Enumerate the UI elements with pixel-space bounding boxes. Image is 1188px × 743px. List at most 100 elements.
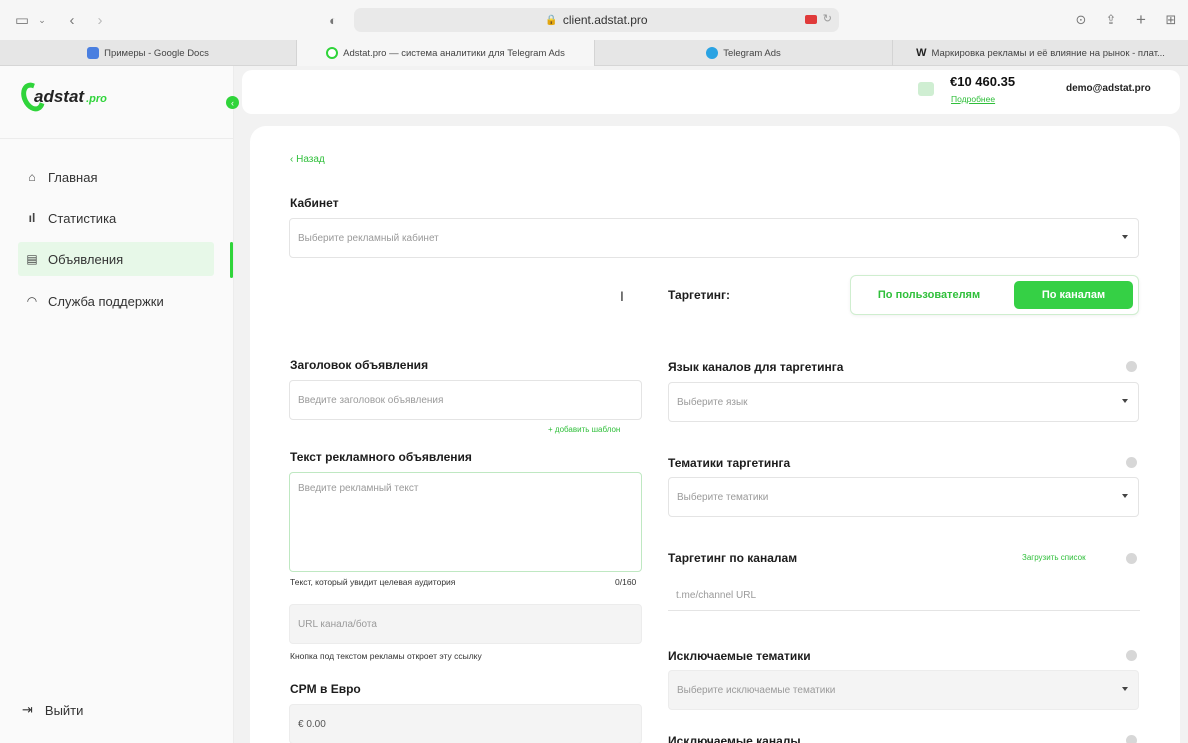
ad-text-label: Текст рекламного объявления — [290, 450, 472, 464]
chevron-down-icon — [1122, 399, 1128, 403]
privacy-shield-icon[interactable]: ◐ — [324, 10, 342, 30]
forward-arrow-icon[interactable]: › — [92, 10, 108, 30]
document-icon: ▤ — [26, 252, 38, 266]
active-indicator — [230, 242, 233, 278]
wallet-icon — [918, 82, 934, 96]
language-placeholder: Выберите язык — [677, 396, 748, 408]
targeting-by-users-button[interactable]: По пользователям — [857, 281, 1001, 309]
tab-label: Adstat.pro — система аналитики для Teleg… — [343, 47, 565, 59]
download-icon[interactable]: ⊙ — [1072, 10, 1090, 30]
top-header: €10 460.35 Подробнее demo@adstat.pro — [242, 70, 1180, 114]
sidebar-item-label: Служба поддержки — [48, 293, 164, 309]
adstat-icon — [326, 47, 339, 59]
user-email[interactable]: demo@adstat.pro — [1066, 83, 1151, 94]
url-hint: Кнопка под текстом рекламы откроет эту с… — [290, 651, 482, 661]
excluded-topics-label: Исключаемые тематики — [668, 649, 811, 663]
google-docs-icon — [87, 47, 100, 59]
logout-icon: ⇥ — [22, 702, 33, 717]
collapse-sidebar-button[interactable]: ‹ — [226, 96, 239, 109]
text-cursor-icon: I — [620, 288, 624, 304]
tab-label: Примеры - Google Docs — [104, 47, 209, 59]
cpm-input[interactable]: € 0.00 — [289, 704, 642, 743]
share-icon[interactable]: ⇪ — [1102, 10, 1120, 30]
sidebar-item-label: Главная — [48, 169, 98, 185]
excluded-topics-placeholder: Выберите исключаемые тематики — [677, 684, 836, 696]
sidebar-item-label: Объявления — [48, 251, 124, 267]
cabinet-placeholder: Выберите рекламный кабинет — [298, 232, 439, 244]
ad-text-hint: Текст, который увидит целевая аудитория — [290, 577, 456, 587]
tab-adstat[interactable]: Adstat.pro — система аналитики для Teleg… — [297, 40, 595, 66]
url-placeholder: URL канала/бота — [298, 618, 377, 630]
sidebar-item-ads[interactable]: ▤ Объявления — [18, 242, 214, 276]
chevron-down-icon[interactable]: ⌄ — [36, 10, 48, 30]
excluded-topics-select[interactable]: Выберите исключаемые тематики — [668, 670, 1139, 710]
adstat-logo[interactable]: adstat .pro — [16, 78, 107, 116]
balance-amount: €10 460.35 — [950, 74, 1016, 89]
tab-overview-icon[interactable]: ⊞ — [1162, 10, 1180, 30]
cabinet-select[interactable]: Выберите рекламный кабинет — [289, 218, 1139, 258]
browser-toolbar: ▭ ⌄ ‹ › ◐ 🔒 client.adstat.pro ↻ ⊙ ⇪ + ⊞ — [0, 0, 1188, 40]
help-icon[interactable] — [1126, 553, 1137, 564]
help-icon[interactable] — [1126, 735, 1137, 743]
targeting-label: Таргетинг: — [668, 288, 731, 302]
tab-label: Telegram Ads — [723, 47, 781, 59]
back-link[interactable]: ‹ Назад — [290, 154, 325, 165]
ad-title-placeholder: Введите заголовок объявления — [298, 394, 444, 406]
tab-label: Маркировка рекламы и её влияние на рынок… — [931, 47, 1165, 59]
language-select[interactable]: Выберите язык — [668, 382, 1139, 422]
tab-google-docs[interactable]: Примеры - Google Docs — [0, 40, 297, 66]
back-arrow-icon[interactable]: ‹ — [64, 10, 80, 30]
reload-icon[interactable]: ↻ — [823, 12, 832, 25]
topics-label: Тематики таргетинга — [668, 456, 791, 470]
chevron-down-icon — [1122, 687, 1128, 691]
ad-title-label: Заголовок объявления — [290, 358, 429, 372]
headset-icon: ◠ — [26, 294, 38, 308]
home-icon: ⌂ — [28, 170, 36, 184]
channel-url-input[interactable]: t.me/channel URL — [668, 581, 1140, 611]
cpm-label: CPM в Евро — [290, 682, 361, 696]
wikipedia-icon: W — [916, 47, 927, 59]
ad-text-textarea[interactable]: Введите рекламный текст — [289, 472, 642, 572]
sidebar-item-support[interactable]: ◠ Служба поддержки — [18, 284, 214, 318]
address-bar[interactable]: 🔒 client.adstat.pro ↻ — [354, 8, 839, 32]
help-icon[interactable] — [1126, 457, 1137, 468]
sidebar-item-home[interactable]: ⌂ Главная — [18, 160, 214, 194]
channel-url-placeholder: t.me/channel URL — [676, 590, 757, 601]
chevron-down-icon — [1122, 235, 1128, 239]
chevron-down-icon — [1122, 494, 1128, 498]
sidebar-toggle-icon[interactable]: ▭ — [12, 10, 32, 30]
tab-bar: Примеры - Google Docs Adstat.pro — систе… — [0, 40, 1188, 66]
ad-form-card: ‹ Назад Кабинет Выберите рекламный кабин… — [250, 126, 1180, 743]
cpm-value: € 0.00 — [298, 718, 326, 730]
sidebar-item-statistics[interactable]: ıl Статистика — [18, 201, 214, 235]
upload-list-link[interactable]: Загрузить список — [1022, 553, 1086, 562]
divider — [0, 138, 234, 139]
channel-targeting-label: Таргетинг по каналам — [668, 551, 798, 565]
sidebar: adstat .pro ‹ ⌂ Главная ıl Статистика ▤ … — [0, 66, 239, 743]
targeting-toggle: По пользователям По каналам — [850, 275, 1139, 315]
targeting-by-channels-button[interactable]: По каналам — [1014, 281, 1133, 309]
help-icon[interactable] — [1126, 650, 1137, 661]
ad-title-input[interactable]: Введите заголовок объявления — [289, 380, 642, 420]
language-label: Язык каналов для таргетинга — [668, 360, 844, 374]
tab-telegram-ads[interactable]: Telegram Ads — [595, 40, 893, 66]
topics-placeholder: Выберите тематики — [677, 491, 769, 503]
add-template-link[interactable]: + добавить шаблон — [548, 425, 620, 434]
logo-suffix: .pro — [86, 93, 107, 105]
url-text: client.adstat.pro — [562, 13, 648, 27]
ad-text-counter: 0/160 — [615, 577, 637, 587]
tab-wikipedia[interactable]: W Маркировка рекламы и её влияние на рын… — [893, 40, 1188, 66]
balance-details-link[interactable]: Подробнее — [951, 94, 995, 104]
telegram-icon — [706, 47, 719, 59]
lock-icon: 🔒 — [545, 14, 558, 26]
url-input[interactable]: URL канала/бота — [289, 604, 642, 644]
sidebar-item-label: Статистика — [48, 210, 117, 226]
cabinet-label: Кабинет — [290, 196, 339, 210]
help-icon[interactable] — [1126, 361, 1137, 372]
excluded-channels-label: Исключаемые каналы — [668, 734, 801, 743]
topics-select[interactable]: Выберите тематики — [668, 477, 1139, 517]
bar-chart-icon: ıl — [28, 211, 36, 225]
new-tab-icon[interactable]: + — [1132, 10, 1150, 30]
logout-button[interactable]: ⇥ Выйти — [22, 702, 83, 718]
logo-c-icon — [16, 78, 50, 116]
